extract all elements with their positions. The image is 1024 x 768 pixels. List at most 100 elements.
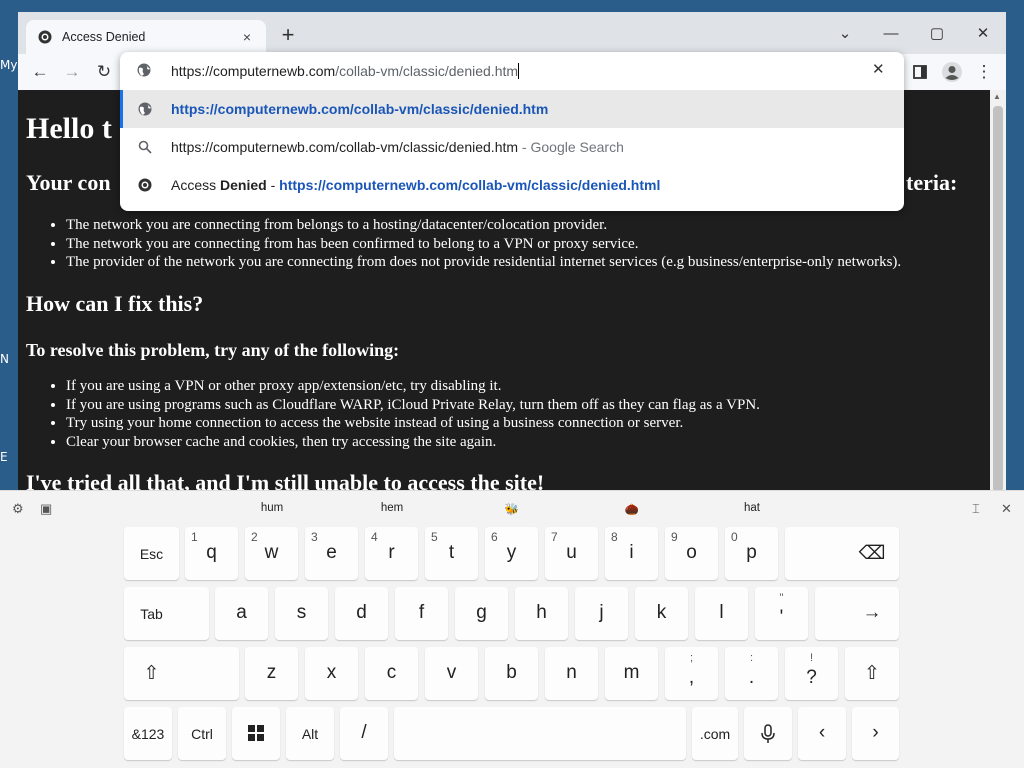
key-x[interactable]: x: [305, 647, 358, 700]
keyboard-topbar: ⚙ ▣ hum hem 🐝 🌰 hat ⌶ ✕: [0, 491, 1024, 525]
forward-button[interactable]: →: [58, 58, 86, 86]
close-window-button[interactable]: ✕: [960, 18, 1006, 48]
key-r[interactable]: 4r: [365, 527, 418, 580]
dock-icon[interactable]: ⌶: [972, 501, 980, 517]
key-y[interactable]: 6y: [485, 527, 538, 580]
back-button[interactable]: ←: [26, 58, 54, 86]
close-icon[interactable]: ✕: [1001, 501, 1012, 517]
right-arrow-key[interactable]: ›: [852, 707, 899, 760]
key-u[interactable]: 7u: [545, 527, 598, 580]
globe-icon: [136, 62, 154, 80]
desktop-label: My: [0, 58, 18, 72]
fix-heading: How can I fix this?: [26, 291, 204, 316]
profile-icon[interactable]: [938, 58, 966, 86]
ctrl-key[interactable]: Ctrl: [178, 707, 226, 760]
menu-button[interactable]: ⋮: [970, 58, 998, 86]
prediction-item[interactable]: hum: [261, 502, 283, 514]
prediction-item[interactable]: 🌰: [625, 502, 639, 516]
enter-key[interactable]: →: [815, 587, 899, 640]
key-question[interactable]: !?: [785, 647, 838, 700]
desktop-label: N: [0, 352, 9, 366]
prediction-item[interactable]: hat: [744, 502, 760, 514]
fixes-list: If you are using a VPN or other proxy ap…: [66, 377, 760, 451]
tab-access-denied[interactable]: Access Denied ×: [26, 20, 266, 54]
key-h[interactable]: h: [515, 587, 568, 640]
key-n[interactable]: n: [545, 647, 598, 700]
key-v[interactable]: v: [425, 647, 478, 700]
clipboard-icon[interactable]: ▣: [40, 501, 52, 517]
scrollbar-thumb[interactable]: [993, 106, 1003, 492]
key-f[interactable]: f: [395, 587, 448, 640]
prediction-item[interactable]: 🐝: [505, 502, 519, 516]
new-tab-button[interactable]: +: [276, 24, 300, 48]
key-a[interactable]: a: [215, 587, 268, 640]
key-p[interactable]: 0p: [725, 527, 778, 580]
key-w[interactable]: 2w: [245, 527, 298, 580]
list-item: If you are using a VPN or other proxy ap…: [66, 377, 760, 396]
key-z[interactable]: z: [245, 647, 298, 700]
side-panel-icon[interactable]: [906, 58, 934, 86]
site-icon: [136, 176, 154, 194]
key-k[interactable]: k: [635, 587, 688, 640]
cause-heading-start: Your con: [26, 170, 111, 195]
tried-heading: I've tried all that, and I'm still unabl…: [26, 470, 545, 492]
key-period[interactable]: :.: [725, 647, 778, 700]
title-bar: Access Denied × + ⌄ — ▢ ✕: [18, 12, 1006, 54]
tab-key[interactable]: Tab: [124, 587, 209, 640]
key-l[interactable]: l: [695, 587, 748, 640]
key-q[interactable]: 1q: [185, 527, 238, 580]
key-e[interactable]: 3e: [305, 527, 358, 580]
key-comma[interactable]: ;,: [665, 647, 718, 700]
key-t[interactable]: 5t: [425, 527, 478, 580]
reload-button[interactable]: ↻: [90, 58, 118, 86]
scrollbar[interactable]: ▲: [990, 90, 1006, 492]
key-quote[interactable]: " ': [755, 587, 808, 640]
suggestion-item[interactable]: https://computernewb.com/collab-vm/class…: [120, 90, 904, 128]
address-bar[interactable]: https://computernewb.com/collab-vm/class…: [120, 52, 904, 90]
key-c[interactable]: c: [365, 647, 418, 700]
key-g[interactable]: g: [455, 587, 508, 640]
alt-key[interactable]: Alt: [286, 707, 334, 760]
slash-key[interactable]: /: [340, 707, 388, 760]
key-d[interactable]: d: [335, 587, 388, 640]
key-o[interactable]: 9o: [665, 527, 718, 580]
windows-key[interactable]: [232, 707, 280, 760]
list-item: The network you are connecting from has …: [66, 235, 901, 254]
backspace-key[interactable]: ⌫: [785, 527, 899, 580]
left-arrow-key[interactable]: ‹: [798, 707, 846, 760]
shift-key-left[interactable]: ⇧: [124, 647, 239, 700]
microphone-key[interactable]: [744, 707, 792, 760]
minimize-button[interactable]: —: [868, 18, 914, 48]
suggestion-text: Access Denied - https://computernewb.com…: [171, 177, 661, 193]
suggestion-text: https://computernewb.com/collab-vm/class…: [171, 139, 624, 155]
cause-heading-end: teria:: [906, 170, 958, 195]
clear-icon[interactable]: ✕: [872, 60, 885, 78]
maximize-button[interactable]: ▢: [914, 18, 960, 48]
suggestion-item[interactable]: Access Denied - https://computernewb.com…: [120, 166, 904, 204]
dotcom-key[interactable]: .com: [692, 707, 738, 760]
reasons-list: The network you are connecting from belo…: [66, 216, 901, 272]
list-item: Clear your browser cache and cookies, th…: [66, 433, 760, 452]
key-b[interactable]: b: [485, 647, 538, 700]
shift-key-right[interactable]: ⇧: [845, 647, 899, 700]
esc-key[interactable]: Esc: [124, 527, 179, 580]
key-j[interactable]: j: [575, 587, 628, 640]
suggestion-item[interactable]: https://computernewb.com/collab-vm/class…: [120, 128, 904, 166]
chevron-down-icon[interactable]: ⌄: [822, 18, 868, 48]
key-m[interactable]: m: [605, 647, 658, 700]
key-s[interactable]: s: [275, 587, 328, 640]
prediction-item[interactable]: hem: [381, 502, 403, 514]
symbols-key[interactable]: &123: [124, 707, 172, 760]
search-icon: [136, 138, 154, 156]
suggestion-text: https://computernewb.com/collab-vm/class…: [171, 101, 549, 117]
key-i[interactable]: 8i: [605, 527, 658, 580]
tab-title: Access Denied: [62, 30, 146, 44]
close-tab-icon[interactable]: ×: [238, 29, 256, 45]
globe-icon: [136, 100, 154, 118]
address-text[interactable]: https://computernewb.com/collab-vm/class…: [171, 63, 520, 79]
page-heading: Hello t: [26, 112, 112, 145]
gear-icon[interactable]: ⚙: [12, 501, 24, 517]
space-key[interactable]: [394, 707, 686, 760]
scroll-up-icon[interactable]: ▲: [993, 92, 1001, 101]
list-item: If you are using programs such as Cloudf…: [66, 396, 760, 415]
